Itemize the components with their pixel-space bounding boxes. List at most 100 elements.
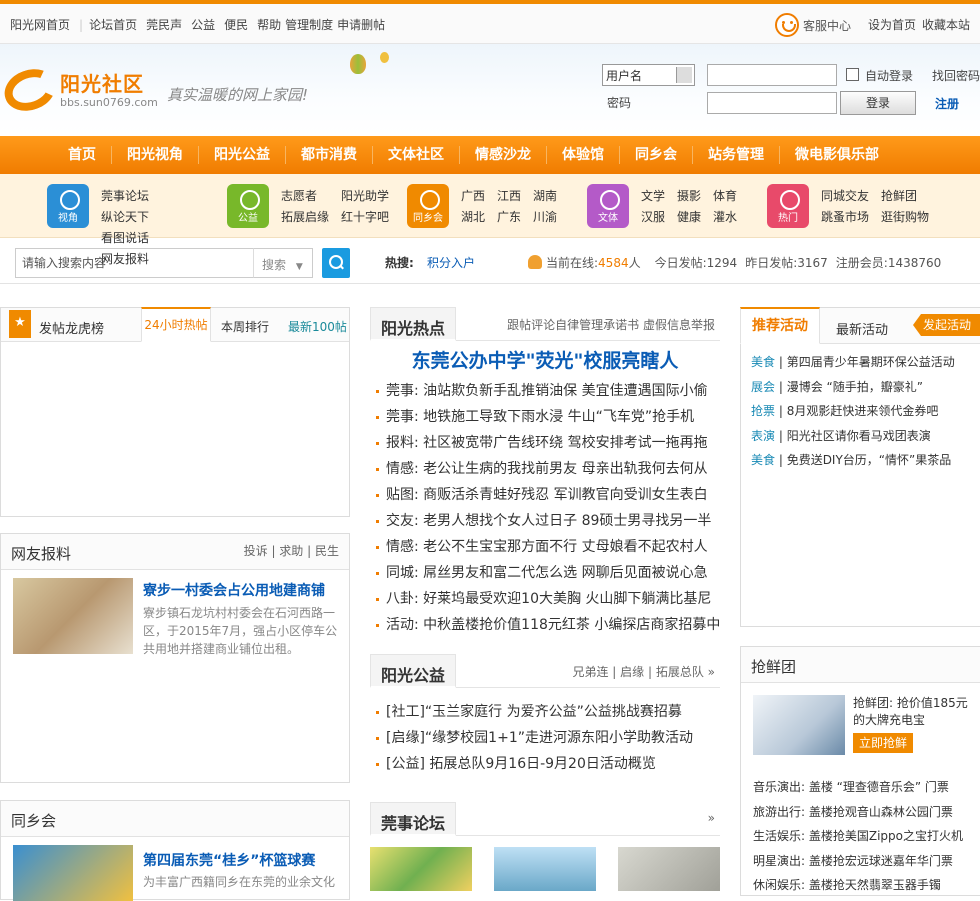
news-item[interactable]: 情感: 老公不生宝宝那方面不行 丈母娘看不起农村人 bbox=[372, 534, 720, 560]
qiangxian-list-item[interactable]: 音乐演出: 盖楼 “理查德音乐会” 门票 bbox=[753, 775, 963, 800]
activity-item[interactable]: 美食 | 免费送DIY台历，“情怀”果茶品 bbox=[751, 448, 955, 473]
login-type-select[interactable]: 用户名 bbox=[602, 64, 695, 86]
tongxiang-item-title[interactable]: 第四届东莞“桂乡”杯篮球赛 bbox=[143, 850, 315, 870]
news-item[interactable]: 八卦: 好莱坞最受欢迎10大美胸 火山脚下躺满比基尼 bbox=[372, 586, 720, 612]
username-input[interactable] bbox=[707, 64, 837, 86]
set-homepage-link[interactable]: 设为首页 bbox=[868, 18, 916, 32]
category-link[interactable]: 文学 bbox=[641, 186, 665, 207]
top-link-minsheng[interactable]: 莞民声 bbox=[146, 18, 182, 32]
tab-latest100[interactable]: 最新100帖 bbox=[288, 318, 347, 335]
baoliao-link-tousu[interactable]: 投诉 bbox=[244, 544, 268, 558]
top-link-bianmin[interactable]: 便民 bbox=[224, 18, 248, 32]
guanshi-building-thumbnail[interactable] bbox=[494, 847, 596, 891]
bookmark-link[interactable]: 收藏本站 bbox=[922, 18, 970, 32]
qiangxian-list-item[interactable]: 休闲娱乐: 盖楼抢天然翡翠玉器手镯 bbox=[753, 873, 963, 898]
nav-weidianying[interactable]: 微电影俱乐部 bbox=[780, 146, 894, 164]
baoliao-thumbnail[interactable] bbox=[13, 578, 133, 654]
hot-search-link[interactable]: 积分入户 bbox=[427, 254, 475, 271]
top-link-help[interactable]: 帮助 bbox=[257, 18, 281, 32]
category-link[interactable]: 湖北 bbox=[461, 207, 485, 228]
news-item[interactable]: 贴图: 商贩活杀青蛙好残忍 军训教官向受训女生表白 bbox=[372, 482, 720, 508]
heart-icon[interactable]: 公益 bbox=[227, 184, 269, 228]
category-link[interactable]: 莞事论坛 bbox=[101, 186, 149, 207]
category-link[interactable]: 拓展启缘 bbox=[281, 207, 329, 228]
top-link-delete[interactable]: 申请删帖 bbox=[337, 18, 385, 32]
category-link[interactable]: 江西 bbox=[497, 186, 521, 207]
top-link-forum[interactable]: 论坛首页 bbox=[89, 18, 137, 32]
password-input[interactable] bbox=[707, 92, 837, 114]
tongxiang-thumbnail[interactable] bbox=[13, 845, 133, 901]
nav-home[interactable]: 首页 bbox=[53, 146, 112, 164]
news-item[interactable]: [社工]“玉兰家庭行 为爱齐公益”公益挑战赛招募 bbox=[372, 699, 720, 725]
category-link[interactable]: 红十字吧 bbox=[341, 207, 389, 228]
category-link[interactable]: 体育 bbox=[713, 186, 737, 207]
hot-right-links[interactable]: 跟帖评论自律管理承诺书 虚假信息举报 bbox=[507, 316, 715, 333]
baoliao-link-qiuzhu[interactable]: 求助 bbox=[279, 544, 303, 558]
news-item[interactable]: 活动: 中秋盖楼抢价值118元红茶 小编探店商家招募中 bbox=[372, 612, 720, 638]
category-link[interactable]: 广东 bbox=[497, 207, 521, 228]
find-password-link[interactable]: 找回密码 bbox=[932, 67, 980, 84]
category-link[interactable]: 同城交友 bbox=[821, 186, 869, 207]
power-bank-thumbnail[interactable] bbox=[753, 695, 845, 755]
category-link[interactable]: 健康 bbox=[677, 207, 701, 228]
nav-xiaofei[interactable]: 都市消费 bbox=[286, 146, 373, 164]
category-link[interactable]: 川渝 bbox=[533, 207, 557, 228]
category-link[interactable]: 抢鲜团 bbox=[881, 186, 917, 207]
baoliao-item-title[interactable]: 寮步一村委会占公用地建商铺 bbox=[143, 580, 325, 600]
tab-latest-activity[interactable]: 最新活动 bbox=[836, 319, 888, 338]
news-item[interactable]: [公益] 拓展总队9月16日-9月20日活动概览 bbox=[372, 751, 720, 777]
grab-now-button[interactable]: 立即抢鲜 bbox=[853, 733, 913, 753]
chevron-right-icon[interactable]: » bbox=[708, 811, 715, 825]
category-link[interactable]: 汉服 bbox=[641, 207, 665, 228]
category-link[interactable]: 摄影 bbox=[677, 186, 701, 207]
flower-icon[interactable]: 文体 bbox=[587, 184, 629, 228]
gongyi-link[interactable]: 拓展总队 bbox=[656, 665, 704, 679]
nav-tiyan[interactable]: 体验馆 bbox=[547, 146, 620, 164]
hot-headline[interactable]: 东莞公办中学"荧光"校服亮瞎人 bbox=[370, 346, 720, 373]
category-link[interactable]: 志愿者 bbox=[281, 186, 317, 207]
tab-tuijian[interactable]: 推荐活动 bbox=[740, 307, 820, 344]
chevron-right-icon[interactable]: » bbox=[708, 665, 715, 679]
register-link[interactable]: 注册 bbox=[935, 95, 959, 112]
category-link[interactable]: 阳光助学 bbox=[341, 186, 389, 207]
login-button[interactable]: 登录 bbox=[840, 91, 916, 115]
nav-shijiao[interactable]: 阳光视角 bbox=[112, 146, 199, 164]
nav-gongyi[interactable]: 阳光公益 bbox=[199, 146, 286, 164]
category-link[interactable]: 广西 bbox=[461, 186, 485, 207]
category-link[interactable]: 灌水 bbox=[713, 207, 737, 228]
qiangxian-list-item[interactable]: 旅游出行: 盖楼抢观音山森林公园门票 bbox=[753, 800, 963, 825]
guanshi-doc-thumbnail[interactable] bbox=[618, 847, 720, 891]
top-link-home[interactable]: 阳光网首页 bbox=[10, 18, 70, 32]
category-link[interactable]: 跳蚤市场 bbox=[821, 207, 869, 228]
nav-tongxiang[interactable]: 同乡会 bbox=[620, 146, 693, 164]
nav-qinggan[interactable]: 情感沙龙 bbox=[460, 146, 547, 164]
search-input[interactable]: 请输入搜索内容 bbox=[15, 248, 254, 278]
category-link[interactable]: 纵论天下 bbox=[101, 207, 149, 228]
top-link-rules[interactable]: 管理制度 bbox=[285, 18, 333, 32]
nav-zhanwu[interactable]: 站务管理 bbox=[693, 146, 780, 164]
guanshi-map-thumbnail[interactable] bbox=[370, 847, 472, 891]
category-link[interactable]: 逛街购物 bbox=[881, 207, 929, 228]
auto-login-checkbox[interactable] bbox=[846, 68, 859, 81]
tab-week[interactable]: 本周排行 bbox=[221, 318, 269, 335]
customer-service[interactable]: 客服中心 bbox=[775, 12, 851, 38]
qiangxian-item[interactable]: 抢鲜团: 抢价值185元的大牌充电宝 bbox=[853, 695, 973, 729]
search-type-dropdown[interactable]: 搜索 ▼ bbox=[253, 248, 313, 278]
gongyi-link[interactable]: 启缘 bbox=[620, 665, 644, 679]
news-item[interactable]: 报料: 社区被宽带广告线环绕 驾校安排考试一拖再拖 bbox=[372, 430, 720, 456]
tab-24h[interactable]: 24小时热帖 bbox=[141, 307, 211, 342]
news-item[interactable]: 同城: 屌丝男友和富二代怎么选 网聊后见面被说心急 bbox=[372, 560, 720, 586]
qiangxian-list-item[interactable]: 明星演出: 盖楼抢宏远球迷嘉年华门票 bbox=[753, 849, 963, 874]
activity-item[interactable]: 美食 | 第四届青少年暑期环保公益活动 bbox=[751, 350, 955, 375]
news-item[interactable]: [启缘]“缘梦校园1+1”走进河源东阳小学助教活动 bbox=[372, 725, 720, 751]
top-link-gongyi[interactable]: 公益 bbox=[191, 18, 215, 32]
nav-wenti[interactable]: 文体社区 bbox=[373, 146, 460, 164]
news-item[interactable]: 交友: 老男人想找个女人过日子 89硕士男寻找另一半 bbox=[372, 508, 720, 534]
search-icon[interactable] bbox=[322, 248, 350, 278]
flame-icon[interactable]: 热门 bbox=[767, 184, 809, 228]
gongyi-link[interactable]: 兄弟连 bbox=[572, 665, 608, 679]
eye-icon[interactable]: 视角 bbox=[47, 184, 89, 228]
people-icon[interactable]: 同乡会 bbox=[407, 184, 449, 228]
site-logo[interactable]: 阳光社区 bbs.sun0769.com bbox=[0, 62, 164, 124]
activity-item[interactable]: 展会 | 漫博会 “随手拍，瓣豪礼” bbox=[751, 375, 955, 400]
